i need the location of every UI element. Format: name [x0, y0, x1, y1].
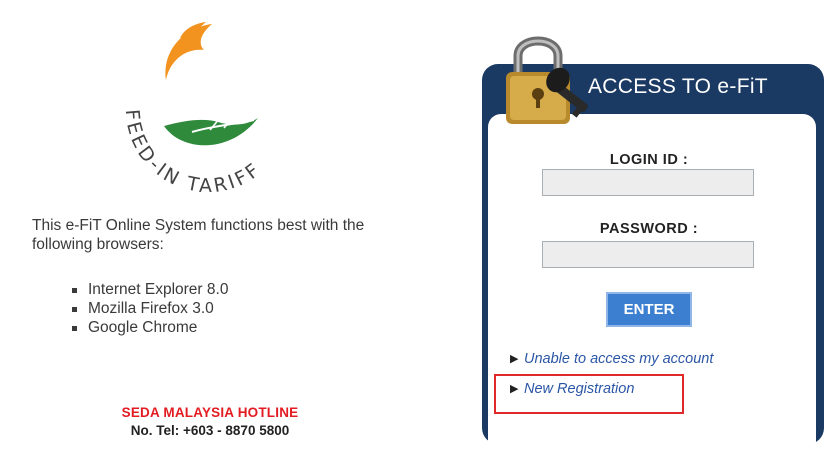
- highlight-box: [494, 374, 684, 414]
- link-label: Unable to access my account: [524, 351, 714, 367]
- browser-list: Internet Explorer 8.0 Mozilla Firefox 3.…: [72, 280, 228, 337]
- enter-button[interactable]: ENTER: [606, 292, 692, 327]
- login-id-input[interactable]: [542, 169, 754, 196]
- intro-text: This e-FiT Online System functions best …: [32, 217, 365, 253]
- password-input[interactable]: [542, 241, 754, 268]
- list-item: Internet Explorer 8.0: [72, 280, 228, 299]
- hotline-title: SEDA MALAYSIA HOTLINE: [121, 405, 299, 420]
- arrow-right-icon: ▶: [510, 353, 519, 365]
- hotline-phone: No. Tel: +603 - 8870 5800: [130, 423, 290, 438]
- panel-title: ACCESS TO e-FiT: [588, 75, 768, 98]
- login-id-label: LOGIN ID :: [609, 152, 689, 168]
- list-item: Google Chrome: [72, 318, 228, 337]
- password-label: PASSWORD :: [599, 221, 699, 237]
- padlock-key-icon: [496, 22, 606, 132]
- list-item: Mozilla Firefox 3.0: [72, 299, 228, 318]
- unable-to-access-link[interactable]: ▶ Unable to access my account: [510, 351, 713, 367]
- feed-in-tariff-logo-icon: FEED-IN TARIFF: [100, 14, 310, 204]
